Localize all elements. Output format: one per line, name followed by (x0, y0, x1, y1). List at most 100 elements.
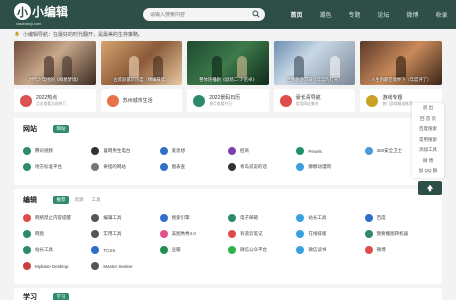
banner-caption: 古装剧最新热度（精编日常） (113, 77, 170, 82)
site-link[interactable]: 实用工具 (91, 229, 159, 239)
tab-study[interactable]: 学习 (53, 293, 69, 300)
site-label: Mybase Desktop (35, 263, 69, 269)
nav-item-2[interactable]: 专题 (340, 10, 369, 19)
site-link[interactable]: 百度 (364, 213, 433, 223)
shortcut-icon (20, 94, 32, 107)
side-menu-item-2[interactable]: 百度搜索 (412, 124, 444, 135)
site-link[interactable]: 招商 (228, 146, 296, 156)
search-icon[interactable] (252, 10, 260, 18)
site-link[interactable]: TCSS (91, 245, 159, 255)
site-icon (23, 214, 31, 222)
shortcut-row: 2022热点 点击查看当前热门 苏州城市生活 2022景码日历 按月查看节日 豪长青导航常… (14, 89, 442, 112)
site-link[interactable]: Mybase Desktop (23, 261, 91, 271)
site-link[interactable]: 网盘 (23, 229, 91, 239)
shortcut-card-3[interactable]: 豪长青导航 常用网址集合 (273, 89, 356, 112)
site-link[interactable]: 有道云笔记 (228, 229, 296, 239)
nav-item-1[interactable]: 潮色 (311, 10, 340, 19)
site-icon (364, 246, 373, 254)
side-menu-item-3[interactable]: 常用搜索 (412, 135, 444, 146)
site-icon (91, 214, 100, 222)
site-icon (159, 147, 168, 155)
nav-item-3[interactable]: 论坛 (369, 10, 398, 19)
logo-mark: 小 (14, 3, 31, 20)
tab-tools[interactable]: 工具 (89, 196, 103, 204)
site-icon (23, 147, 31, 155)
site-link[interactable]: 网络禁止内容提醒 (23, 213, 91, 223)
site-icon (228, 214, 236, 222)
side-menu-item-4[interactable]: 添加工具 (412, 145, 444, 156)
shortcut-card-0[interactable]: 2022热点 点击查看当前热门 (14, 89, 96, 112)
site-link[interactable]: 娜娜动漫网 (296, 162, 364, 172)
site-label: 网盘 (35, 231, 44, 236)
site-label: 微博 (376, 247, 386, 252)
tab-recommend[interactable]: 推荐 (53, 196, 69, 204)
search-input[interactable] (150, 11, 245, 18)
site-link[interactable]: 青岛说说的话 (228, 162, 296, 172)
shortcut-card-2[interactable]: 2022景码日历 按月查看节日 (187, 89, 269, 112)
site-label: 有道云笔记 (240, 231, 263, 236)
banner-3[interactable]: 整体热播剧《剧场二·少尼卓》 (187, 41, 269, 85)
site-icon (91, 246, 100, 254)
site-icon (296, 230, 305, 238)
side-menu-item-0[interactable]: 退 出 (412, 103, 444, 114)
site-link[interactable]: 我要撤图转机器 (364, 229, 433, 239)
banner-5[interactable]: 人生的最佳境界下（年度评了） (360, 41, 442, 85)
shortcut-card-1[interactable]: 苏州城市生活 (100, 89, 183, 112)
site-link[interactable]: 微博 (364, 245, 433, 255)
site-icon (91, 163, 100, 171)
side-menu-item-5[interactable]: 微 博 (412, 156, 444, 167)
site-link[interactable]: 美图秀秀4.0 (159, 229, 228, 239)
shortcut-icon (366, 94, 379, 107)
site-link[interactable]: 微信公众平台 (228, 245, 296, 255)
site-label: 站长工具 (308, 215, 327, 220)
banner-row: 时代少年团的《网易梦境》 古装剧最新热度（精编日常） 整体热播剧《剧场二·少尼卓… (14, 41, 442, 85)
site-link[interactable]: 地方标准平台 (23, 162, 91, 172)
banner-4[interactable]: 世界旅游节日（年度的灯光） (273, 41, 356, 85)
site-link[interactable]: Pexels (296, 146, 364, 156)
side-menu-item-6[interactable]: 加 QQ 群 (412, 166, 444, 177)
shortcut-subtitle: 点击查看当前热门 (36, 102, 67, 106)
site-label: 搜索引擎 (171, 215, 190, 220)
shortcut-title: 豪长青导航 (295, 95, 321, 101)
site-link[interactable]: 在线排版 (296, 229, 364, 239)
site-link[interactable]: 微信读书 (296, 245, 364, 255)
nav-item-4[interactable]: 微博 (398, 10, 427, 19)
site-link[interactable]: 豆瓣 (159, 245, 228, 255)
shortcut-title: 苏州城市生活 (122, 97, 153, 104)
site-link[interactable]: 站长工具 (23, 245, 91, 255)
nav-item-5[interactable]: 收录 (427, 10, 456, 19)
section-study: 学习 学习 (14, 288, 442, 300)
site-label: 电子邮箱 (240, 215, 258, 220)
banner-1[interactable]: 时代少年团的《网易梦境》 (14, 41, 96, 85)
site-link[interactable]: 腾讯视频 (23, 146, 91, 156)
tab-resources[interactable]: 资源 (72, 196, 86, 204)
search-box (143, 8, 265, 21)
site-link[interactable]: 站长工具 (296, 213, 364, 223)
site-icon (228, 163, 236, 171)
site-label: 青岛说说的话 (240, 164, 267, 169)
shortcut-subtitle: 常用网址集合 (295, 102, 319, 106)
banner-2[interactable]: 古装剧最新热度（精编日常） (100, 41, 183, 85)
site-label: 编辑工具 (103, 215, 122, 220)
tab-websites[interactable]: 网站 (53, 125, 69, 133)
back-to-top-button[interactable] (418, 181, 442, 195)
side-menu-item-1[interactable]: 回 首 页 (412, 114, 444, 125)
site-label: TCSS (103, 247, 116, 253)
site-link[interactable]: Master Seeker (91, 261, 159, 271)
site-label: 在线排版 (308, 231, 327, 236)
site-link[interactable]: 奇怪的网站 (91, 162, 159, 172)
site-link[interactable]: 图表查 (159, 162, 228, 172)
site-icon (228, 246, 236, 254)
site-label: 站长工具 (35, 247, 53, 252)
site-icon (23, 246, 31, 254)
site-link[interactable]: 搜索引擎 (159, 213, 228, 223)
site-link[interactable]: 编辑工具 (91, 213, 159, 223)
site-link[interactable]: 爱思想 (159, 146, 228, 156)
site-label: 腾讯视频 (35, 148, 53, 153)
site-link[interactable]: 电子邮箱 (228, 213, 296, 223)
site-link[interactable]: 喜网男生电台 (91, 146, 159, 156)
section-edit: 编辑 推荐 资源 工具 网络禁止内容提醒 编辑工具 搜索引擎 电子邮箱 站长工具 百度 网盘… (14, 189, 442, 284)
banner-caption: 人生的最佳境界下（年度评了） (371, 77, 432, 82)
site-logo[interactable]: 小 小编辑 (14, 3, 68, 20)
nav-item-0[interactable]: 首页 (282, 10, 311, 19)
